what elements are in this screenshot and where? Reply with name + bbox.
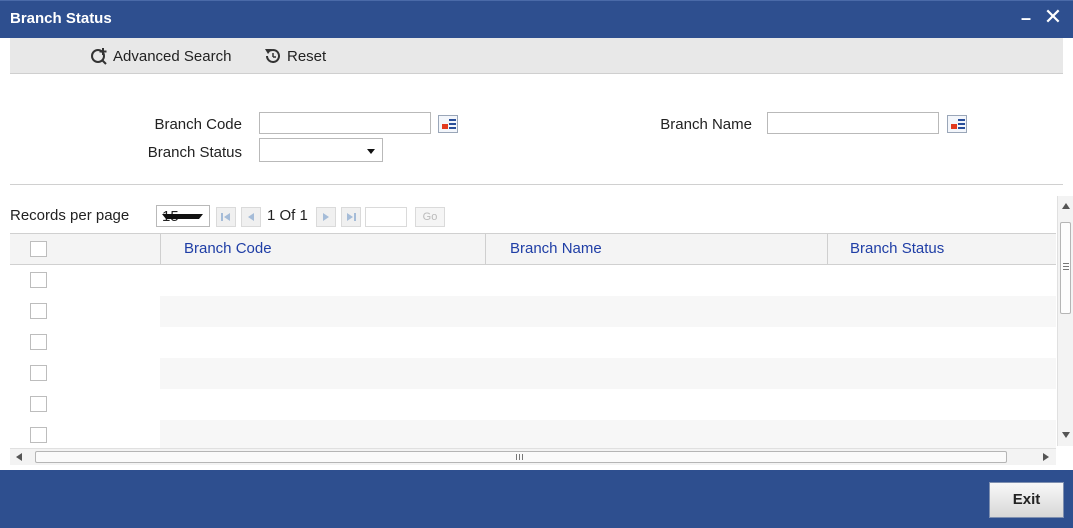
previous-page-button[interactable]: [241, 207, 261, 227]
last-page-icon: [347, 213, 356, 221]
column-header-branch-code[interactable]: Branch Code: [184, 234, 272, 264]
select-all-checkbox[interactable]: [30, 241, 47, 257]
results-grid: Records per page 15 1 Of 1 Go Branch Cod…: [10, 196, 1073, 465]
table-row[interactable]: [10, 265, 1056, 296]
column-header-branch-status[interactable]: Branch Status: [850, 234, 944, 264]
table-row[interactable]: [10, 327, 1056, 358]
table-row[interactable]: [10, 389, 1056, 420]
chevron-down-icon: [162, 214, 203, 219]
branch-name-input[interactable]: [767, 112, 939, 134]
reset-icon: [265, 49, 280, 63]
row-checkbox[interactable]: [30, 365, 47, 381]
table-body: [10, 265, 1056, 448]
grip-icon: [1063, 263, 1069, 270]
goto-page-input[interactable]: [365, 207, 407, 227]
previous-page-icon: [248, 213, 254, 221]
row-checkbox[interactable]: [30, 272, 47, 288]
branch-code-input[interactable]: [259, 112, 431, 134]
reset-button[interactable]: Reset: [263, 46, 326, 66]
page-indicator: 1 Of 1: [267, 207, 308, 224]
branch-code-label: Branch Code: [154, 116, 242, 133]
branch-status-select[interactable]: [259, 138, 383, 162]
advanced-search-label: Advanced Search: [113, 47, 232, 65]
footer-bar: Exit: [0, 470, 1073, 528]
branch-name-label: Branch Name: [660, 116, 752, 133]
scroll-left-icon: [16, 453, 22, 461]
table-header: Branch Code Branch Name Branch Status: [10, 233, 1056, 265]
reset-label: Reset: [287, 47, 327, 65]
next-page-button[interactable]: [316, 207, 336, 227]
next-page-icon: [323, 213, 329, 221]
horizontal-scroll-thumb[interactable]: [35, 451, 1007, 463]
scroll-right-icon: [1043, 453, 1049, 461]
branch-name-lov-button[interactable]: [947, 115, 967, 133]
records-per-page-select[interactable]: 15: [156, 205, 210, 227]
vertical-scrollbar[interactable]: [1057, 196, 1073, 446]
window-title: Branch Status: [10, 10, 112, 27]
scroll-down-icon: [1062, 432, 1070, 438]
last-page-button[interactable]: [341, 207, 361, 227]
scroll-up-icon: [1062, 203, 1070, 209]
row-checkbox[interactable]: [30, 334, 47, 350]
toolbar: Advanced Search Reset: [10, 38, 1063, 74]
table-row[interactable]: [10, 358, 1056, 389]
column-header-branch-name[interactable]: Branch Name: [510, 234, 602, 264]
window-titlebar: Branch Status – ✕: [0, 0, 1073, 38]
table-row[interactable]: [10, 420, 1056, 448]
branch-status-label: Branch Status: [147, 144, 242, 161]
advanced-search-button[interactable]: Advanced Search: [89, 46, 231, 66]
horizontal-scrollbar[interactable]: [10, 448, 1056, 465]
chevron-down-icon: [367, 149, 375, 154]
first-page-icon: [221, 213, 230, 221]
search-form: Branch Code Branch Name Branch Status: [10, 74, 1063, 185]
vertical-scroll-thumb[interactable]: [1060, 222, 1071, 314]
first-page-button[interactable]: [216, 207, 236, 227]
table-row[interactable]: [10, 296, 1056, 327]
advanced-search-icon: [91, 48, 107, 65]
records-per-page-label: Records per page: [10, 207, 130, 224]
lov-arrow-icon: [951, 124, 957, 129]
pagination-bar: Records per page 15 1 Of 1 Go: [10, 196, 1056, 232]
exit-button[interactable]: Exit: [989, 482, 1064, 518]
row-checkbox[interactable]: [30, 303, 47, 319]
close-button[interactable]: ✕: [1043, 5, 1063, 29]
minimize-button[interactable]: –: [1018, 9, 1034, 27]
row-checkbox[interactable]: [30, 396, 47, 412]
lov-arrow-icon: [442, 124, 448, 129]
grip-icon: [516, 454, 523, 460]
go-button[interactable]: Go: [415, 207, 445, 227]
branch-code-lov-button[interactable]: [438, 115, 458, 133]
row-checkbox[interactable]: [30, 427, 47, 443]
